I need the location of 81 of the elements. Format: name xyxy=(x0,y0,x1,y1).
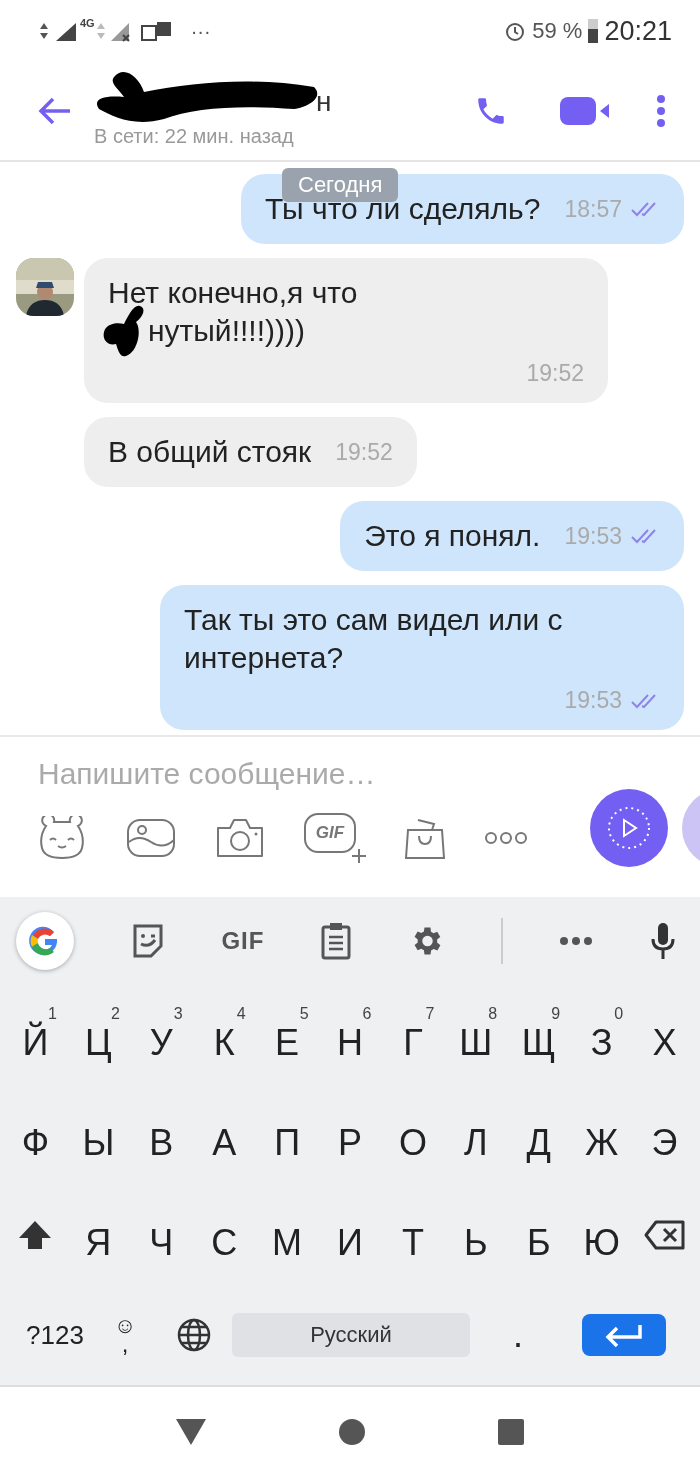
keyboard-key[interactable]: Х xyxy=(633,1005,696,1065)
enter-icon xyxy=(604,1323,644,1347)
space-bar[interactable]: Русский xyxy=(232,1313,470,1357)
keyboard-key[interactable]: Э xyxy=(633,1105,696,1165)
keyboard-key[interactable]: Ч xyxy=(129,1205,193,1265)
keyboard-key[interactable]: Я xyxy=(66,1205,130,1265)
alarm-icon xyxy=(504,20,527,42)
keyboard-key[interactable]: В xyxy=(129,1105,193,1165)
back-icon[interactable] xyxy=(38,96,72,126)
keyboard-key[interactable]: Ы xyxy=(66,1105,130,1165)
menu-icon[interactable] xyxy=(656,94,666,128)
keyboard-key[interactable]: С xyxy=(192,1205,256,1265)
more-icon[interactable] xyxy=(559,936,594,946)
contact-name: н xyxy=(316,85,332,118)
battery-percent: 59 % xyxy=(532,18,583,44)
keyboard-key[interactable]: 9 Щ xyxy=(507,1005,571,1065)
keyboard-key[interactable]: 5 Е xyxy=(255,1005,319,1065)
last-seen-status: В сети: 22 мин. назад xyxy=(94,124,295,148)
message-text: интернета? xyxy=(184,640,344,676)
keyboard-key[interactable]: О xyxy=(381,1105,445,1165)
emoji-comma-key[interactable]: ☺ , xyxy=(92,1317,158,1353)
video-message-button[interactable] xyxy=(590,789,668,867)
keyboard-key[interactable]: Ф xyxy=(4,1105,67,1165)
keyboard-key[interactable]: Ь xyxy=(444,1205,508,1265)
shift-icon[interactable] xyxy=(18,1220,53,1250)
message-text: Нет конечно,я что xyxy=(108,275,358,311)
outgoing-message[interactable]: Так ты это сам видел или с интернета? 19:53 xyxy=(160,585,684,730)
message-text: нутый!!!!)))) xyxy=(148,313,305,349)
keyboard-key[interactable]: Р xyxy=(318,1105,382,1165)
keyboard-key[interactable]: Б xyxy=(507,1205,571,1265)
keyboard-key[interactable]: 1 Й xyxy=(4,1005,67,1065)
incoming-message[interactable]: В общий стояк 19:52 xyxy=(84,417,417,487)
keyboard-key[interactable]: 0 З xyxy=(570,1005,634,1065)
image-icon[interactable] xyxy=(126,816,176,860)
more-icon[interactable] xyxy=(484,831,528,845)
keyboard-key[interactable]: Ю xyxy=(570,1205,634,1265)
keyboard-key[interactable]: 2 Ц xyxy=(66,1005,130,1065)
keyboard-key[interactable]: 7 Г xyxy=(381,1005,445,1065)
keyboard-key[interactable]: М xyxy=(255,1205,319,1265)
outgoing-message[interactable]: Это я понял. 19:53 xyxy=(340,501,684,571)
gif-button[interactable]: GIF xyxy=(221,927,265,955)
enter-key[interactable] xyxy=(582,1314,666,1356)
message-input[interactable]: Напишите сообщение… xyxy=(38,757,558,791)
message-time: 19:53 xyxy=(564,522,622,550)
sim-icon xyxy=(140,20,173,42)
keyboard-key[interactable]: 3 У xyxy=(129,1005,193,1065)
keyboard-key[interactable]: А xyxy=(192,1105,256,1165)
battery-icon xyxy=(588,19,599,43)
message-time: 19:52 xyxy=(526,360,584,387)
recents-icon[interactable] xyxy=(496,1418,525,1446)
message-text: В общий стояк xyxy=(108,434,312,470)
video-call-icon[interactable] xyxy=(560,96,610,126)
incoming-message[interactable]: Нет конечно,я что нутый!!!!)))) 19:52 xyxy=(84,258,608,403)
keyboard-key[interactable]: Л xyxy=(444,1105,508,1165)
message-text: Это я понял. xyxy=(364,518,541,554)
keyboard-key[interactable]: Т xyxy=(381,1205,445,1265)
shopping-bag-icon[interactable] xyxy=(404,816,446,860)
camera-icon[interactable] xyxy=(214,816,266,860)
keyboard-key[interactable]: Д xyxy=(507,1105,571,1165)
clock: 20:21 xyxy=(604,15,672,47)
back-triangle-icon[interactable] xyxy=(175,1418,208,1446)
keyboard-key[interactable]: Ж xyxy=(570,1105,634,1165)
microphone-icon[interactable] xyxy=(649,922,676,960)
backspace-icon[interactable] xyxy=(643,1220,686,1250)
globe-icon[interactable] xyxy=(177,1318,211,1352)
google-icon[interactable] xyxy=(16,912,74,970)
message-time: 19:53 xyxy=(564,687,622,714)
message-time: 18:57 xyxy=(564,195,622,223)
keyboard-key[interactable]: 4 К xyxy=(192,1005,256,1065)
more-indicator: ··· xyxy=(190,19,211,43)
home-icon[interactable] xyxy=(338,1418,366,1446)
clipboard-icon[interactable] xyxy=(321,922,352,960)
keyboard-key[interactable]: 8 Ш xyxy=(444,1005,508,1065)
keyboard-key[interactable]: И xyxy=(318,1205,382,1265)
period-key[interactable]: . xyxy=(470,1313,566,1357)
keyboard-key[interactable]: П xyxy=(255,1105,319,1165)
message-text: Так ты это сам видел или с xyxy=(184,602,563,638)
keyboard-key[interactable]: 6 Н xyxy=(318,1005,382,1065)
network-label: 4G xyxy=(80,17,95,29)
message-time: 19:52 xyxy=(335,438,393,466)
symbols-key[interactable]: ?123 xyxy=(18,1313,92,1357)
